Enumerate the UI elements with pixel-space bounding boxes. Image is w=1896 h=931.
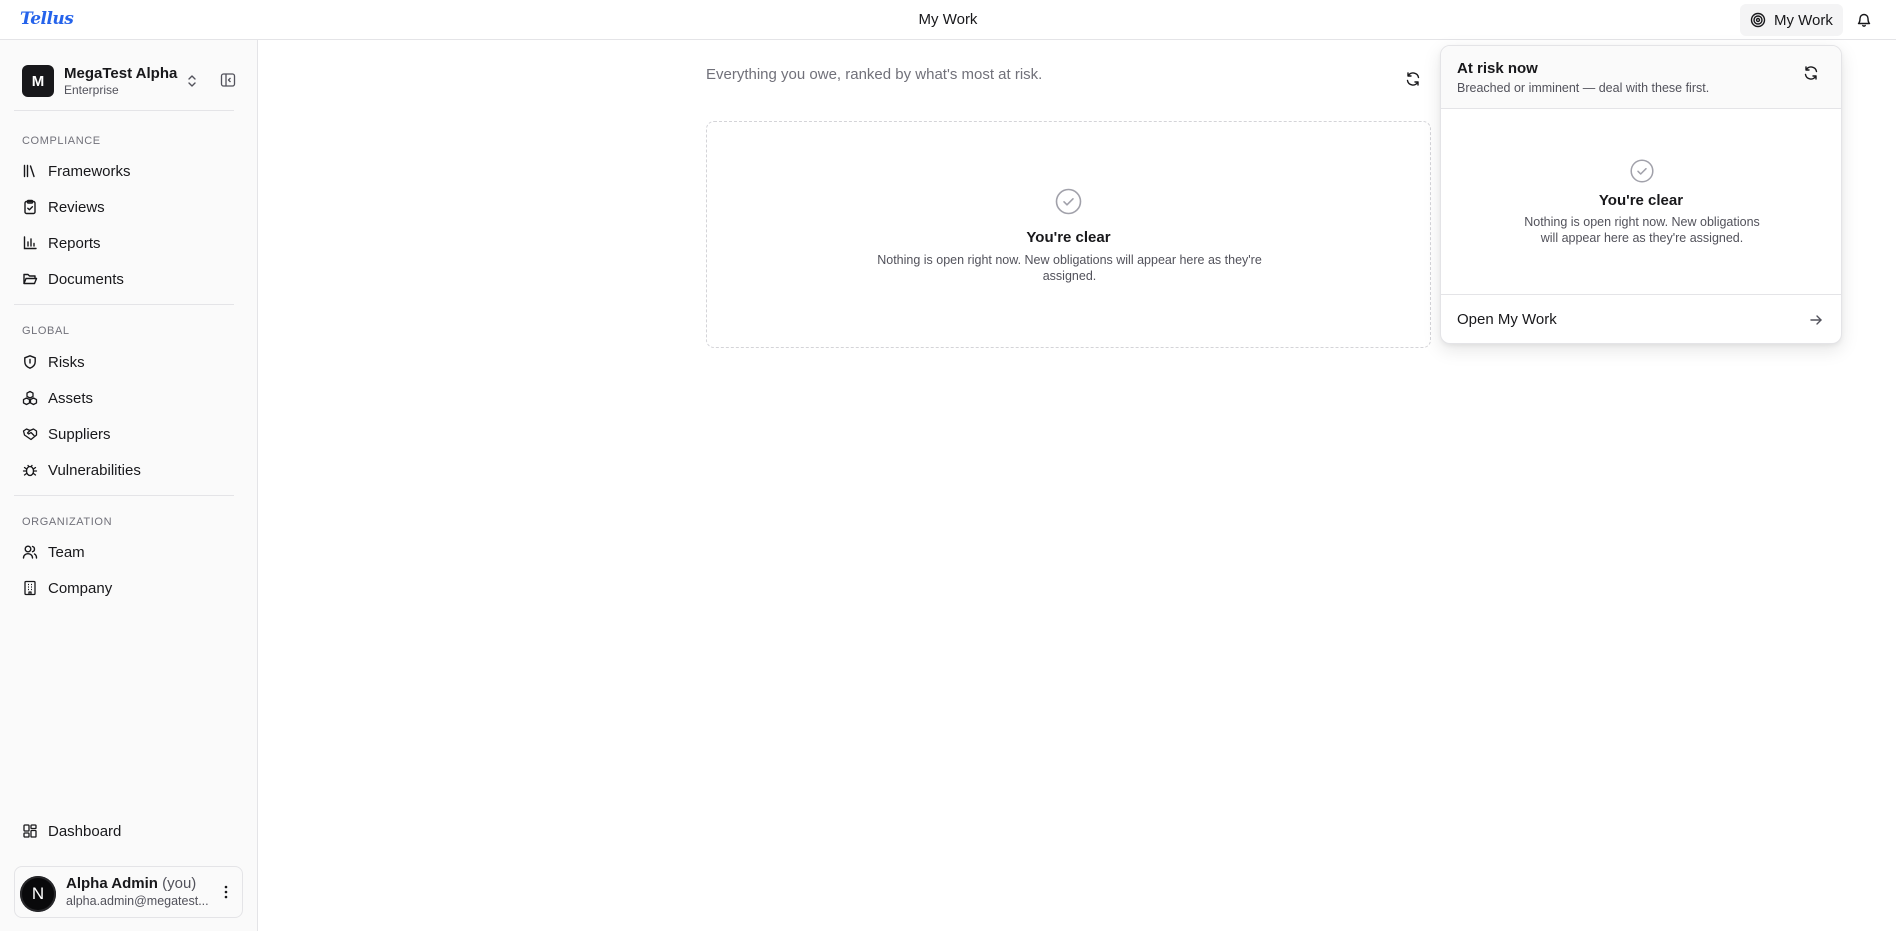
app-logo[interactable]: Tellus xyxy=(20,9,74,29)
my-work-label: My Work xyxy=(1774,11,1833,29)
popover-empty-title: You're clear xyxy=(1598,192,1684,209)
user-name: Alpha Admin (you) xyxy=(66,875,196,892)
check-circle-icon xyxy=(1630,159,1654,183)
sidebar-item-label: Documents xyxy=(48,270,124,288)
refresh-icon[interactable] xyxy=(1405,71,1421,87)
org-avatar: M xyxy=(22,65,54,97)
top-bar: Tellus My Work My Work xyxy=(0,0,1896,40)
sidebar-item-label: Suppliers xyxy=(48,425,111,443)
page-subtitle: Everything you owe, ranked by what's mos… xyxy=(706,66,1043,83)
sidebar-item-label: Risks xyxy=(48,353,85,371)
sidebar-item-suppliers[interactable]: Suppliers xyxy=(14,419,234,449)
org-switcher[interactable]: M MegaTest Alpha Enterprise xyxy=(22,63,242,99)
check-circle-icon xyxy=(1055,188,1082,215)
sidebar: M MegaTest Alpha Enterprise COMPLIANCE F… xyxy=(0,40,258,931)
sidebar-item-label: Assets xyxy=(48,389,94,407)
sidebar-item-label: Frameworks xyxy=(48,162,131,180)
refresh-icon[interactable] xyxy=(1803,65,1819,81)
bar-chart-icon xyxy=(22,235,38,251)
popover-subtitle: Breached or imminent — deal with these f… xyxy=(1457,81,1710,95)
sidebar-item-label: Reports xyxy=(48,234,101,252)
section-label-compliance: COMPLIANCE xyxy=(22,135,101,147)
open-my-work-label: Open My Work xyxy=(1457,311,1557,328)
arrow-right-icon xyxy=(1809,313,1823,327)
dashboard-icon xyxy=(22,823,38,839)
empty-state-description: Nothing is open right now. New obligatio… xyxy=(877,253,1262,283)
building-icon xyxy=(22,580,38,596)
org-name: MegaTest Alpha xyxy=(64,64,178,82)
user-you-tag: (you) xyxy=(162,875,197,892)
my-work-button[interactable]: My Work xyxy=(1740,4,1843,36)
sidebar-item-assets[interactable]: Assets xyxy=(14,383,234,413)
sidebar-item-label: Company xyxy=(48,579,113,597)
at-risk-popover: At risk now Breached or imminent — deal … xyxy=(1440,45,1842,344)
sidebar-divider xyxy=(14,304,234,305)
sidebar-item-label: Reviews xyxy=(48,198,105,216)
sidebar-divider xyxy=(14,495,234,496)
chevrons-up-down-icon[interactable] xyxy=(185,73,199,89)
sidebar-item-dashboard[interactable]: Dashboard xyxy=(14,816,234,846)
popover-empty-description: Nothing is open right now. New obligatio… xyxy=(1524,215,1760,245)
clipboard-check-icon xyxy=(22,199,38,215)
user-card[interactable]: N Alpha Admin (you) alpha.admin@megatest… xyxy=(14,866,243,918)
open-my-work-link[interactable]: Open My Work xyxy=(1441,294,1841,343)
users-icon xyxy=(22,544,38,560)
user-display-name: Alpha Admin xyxy=(66,875,158,892)
sidebar-item-reviews[interactable]: Reviews xyxy=(14,192,234,222)
sidebar-item-label: Dashboard xyxy=(48,822,122,840)
section-label-organization: ORGANIZATION xyxy=(22,516,113,528)
sidebar-item-frameworks[interactable]: Frameworks xyxy=(14,156,234,186)
avatar: N xyxy=(20,876,56,912)
empty-state-title: You're clear xyxy=(1026,229,1111,246)
bug-icon xyxy=(22,462,38,478)
sidebar-item-label: Vulnerabilities xyxy=(48,461,141,479)
sidebar-divider xyxy=(14,110,234,111)
popover-header: At risk now Breached or imminent — deal … xyxy=(1441,46,1841,109)
library-icon xyxy=(22,163,38,179)
sidebar-item-documents[interactable]: Documents xyxy=(14,264,234,294)
more-vertical-icon[interactable] xyxy=(223,884,229,900)
folder-open-icon xyxy=(22,271,38,287)
sidebar-item-reports[interactable]: Reports xyxy=(14,228,234,258)
sidebar-item-label: Team xyxy=(48,543,85,561)
sidebar-item-team[interactable]: Team xyxy=(14,537,234,567)
page-title: My Work xyxy=(918,11,978,28)
notifications-button[interactable] xyxy=(1852,8,1876,32)
bell-icon xyxy=(1856,12,1872,28)
empty-state-card: You're clear Nothing is open right now. … xyxy=(706,121,1431,348)
handshake-icon xyxy=(22,426,38,442)
popover-title: At risk now xyxy=(1457,60,1538,77)
user-email: alpha.admin@megatest... xyxy=(66,894,209,908)
boxes-icon xyxy=(22,390,38,406)
org-plan: Enterprise xyxy=(64,82,119,97)
shield-icon xyxy=(22,354,38,370)
target-icon xyxy=(1750,12,1766,28)
sidebar-item-risks[interactable]: Risks xyxy=(14,347,234,377)
sidebar-collapse-icon[interactable] xyxy=(220,72,236,88)
sidebar-item-company[interactable]: Company xyxy=(14,573,234,603)
section-label-global: GLOBAL xyxy=(22,325,70,337)
sidebar-item-vulnerabilities[interactable]: Vulnerabilities xyxy=(14,455,234,485)
